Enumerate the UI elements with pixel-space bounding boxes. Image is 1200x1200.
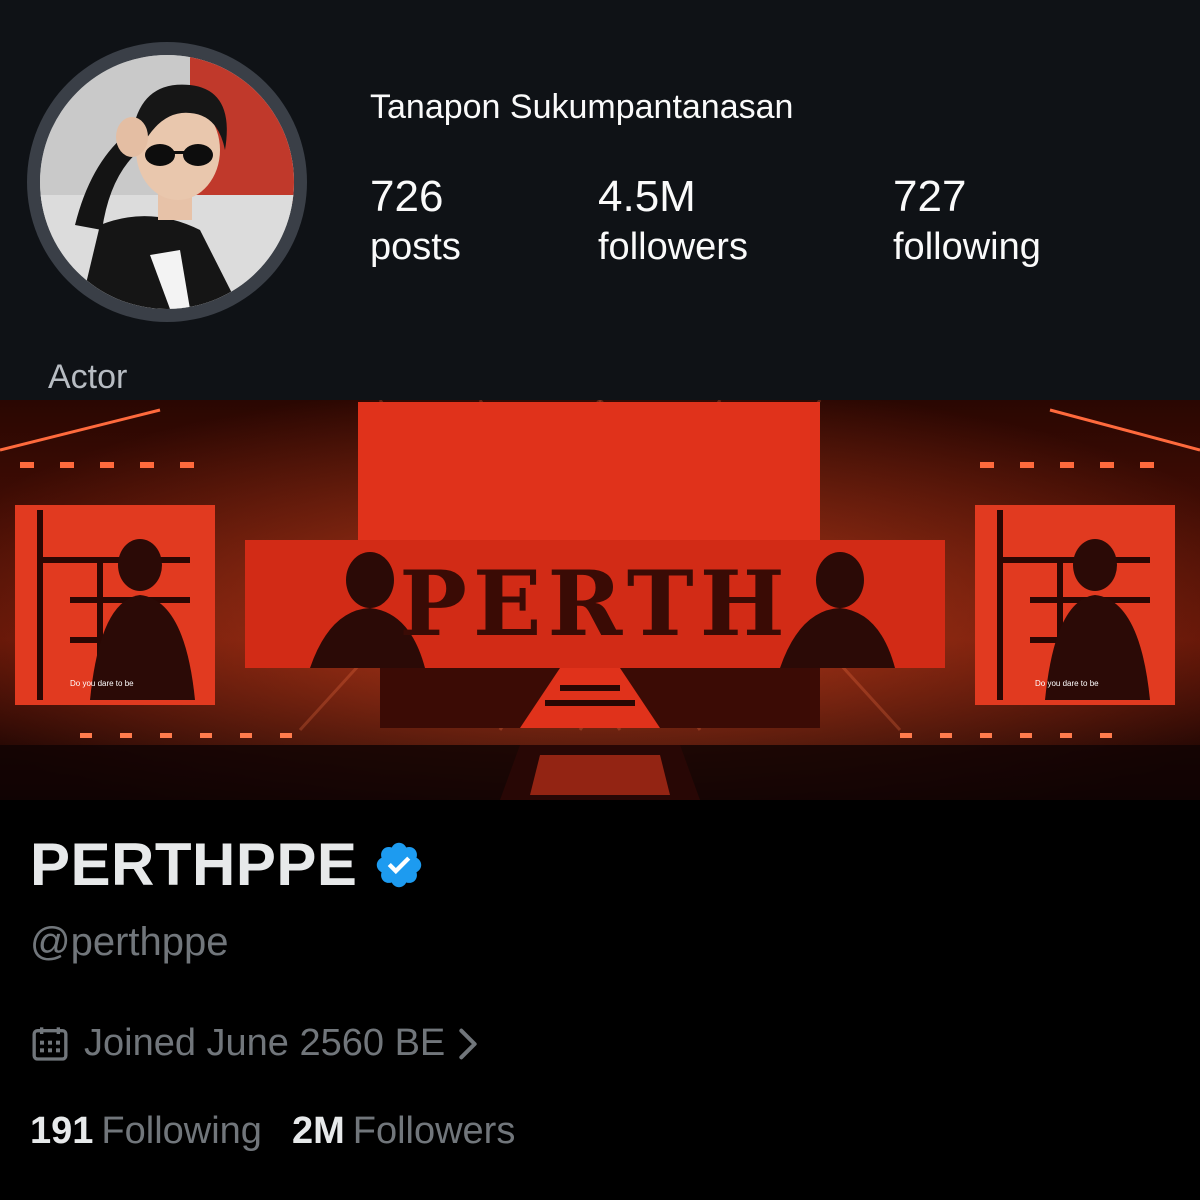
left-screen-caption: Do you dare to be: [70, 679, 134, 688]
followers-count: 4.5M: [598, 172, 696, 221]
profile-banner-image[interactable]: PERTH Do you dare to be Do you dare to b…: [0, 400, 1200, 800]
x-following-label: Following: [101, 1110, 262, 1152]
verified-badge-icon[interactable]: [373, 839, 425, 891]
x-profile-info: PERTHPPE @perthppe Joined June 2560 BE 1…: [0, 800, 1200, 1200]
following-label: following: [893, 226, 1041, 268]
stage-logo-text: PERTH: [399, 551, 791, 657]
x-handle: @perthppe: [30, 920, 229, 964]
posts-stat[interactable]: 726 posts: [370, 172, 461, 272]
joined-date-text: Joined June 2560 BE: [84, 1022, 446, 1064]
concert-stage-illustration: PERTH Do you dare to be Do you dare to b…: [0, 400, 1200, 800]
followers-label: followers: [598, 226, 748, 268]
x-name-row: PERTHPPE: [30, 830, 425, 899]
instagram-display-name: Tanapon Sukumpantanasan: [370, 88, 794, 126]
posts-count: 726: [370, 172, 444, 221]
profile-avatar-ring[interactable]: [27, 42, 307, 322]
x-following-count: 191: [30, 1110, 94, 1152]
following-count: 727: [893, 172, 967, 221]
x-followers-count: 2M: [291, 1110, 345, 1152]
posts-label: posts: [370, 226, 461, 268]
x-followers-label: Followers: [352, 1110, 516, 1152]
profile-avatar[interactable]: [40, 55, 294, 309]
x-follow-stats: 191 Following 2M Followers: [30, 1110, 515, 1153]
instagram-profile-header: Tanapon Sukumpantanasan 726 posts 4.5M f…: [0, 0, 1200, 400]
x-followers-link[interactable]: 2M Followers: [292, 1110, 515, 1153]
followers-stat[interactable]: 4.5M followers: [598, 172, 748, 272]
right-screen-caption: Do you dare to be: [1035, 679, 1099, 688]
calendar-icon: [32, 1026, 68, 1061]
x-following-link[interactable]: 191 Following: [30, 1110, 262, 1153]
avatar-photo: [40, 55, 294, 309]
x-display-name: PERTHPPE: [30, 831, 358, 898]
chevron-right-icon: [459, 1028, 477, 1059]
instagram-bio: Actor: [48, 358, 128, 396]
joined-date-row[interactable]: Joined June 2560 BE: [30, 1022, 481, 1065]
following-stat[interactable]: 727 following: [893, 172, 1041, 272]
